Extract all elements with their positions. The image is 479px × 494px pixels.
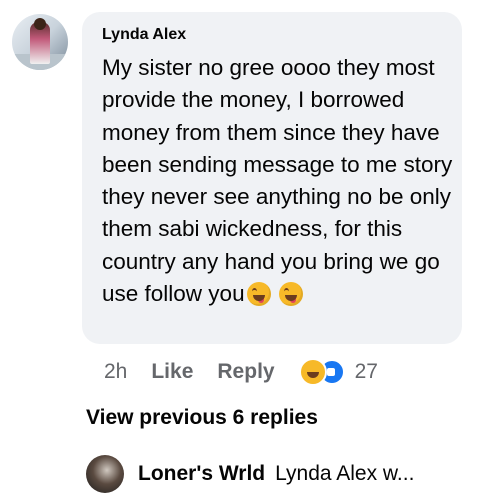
reply-author-name[interactable]: Loner's Wrld <box>138 462 265 486</box>
commenter-avatar[interactable] <box>12 14 68 70</box>
reaction-count: 27 <box>354 360 378 383</box>
grinning-squinting-tongue-face-icon <box>246 282 271 307</box>
comment-author[interactable]: Lynda Alex <box>102 26 186 44</box>
grinning-squinting-tongue-face-icon <box>278 282 303 307</box>
comment-bubble: Lynda Alex My sister no gree oooo they m… <box>82 12 462 344</box>
view-previous-replies-link[interactable]: View previous 6 replies <box>86 406 318 430</box>
comment-text: My sister no gree oooo they most provide… <box>102 55 453 307</box>
reply-preview-text: Lynda Alex w... <box>275 462 415 485</box>
comment-timestamp[interactable]: 2h <box>104 360 127 384</box>
haha-reaction-icon <box>298 358 327 386</box>
reply-author-avatar[interactable] <box>86 455 124 493</box>
avatar-head <box>34 18 46 30</box>
reply-preview-row[interactable]: Loner's Wrld Lynda Alex w... <box>86 454 414 494</box>
reply-button[interactable]: Reply <box>217 360 274 384</box>
comment-text-container: My sister no gree oooo they most provide… <box>102 52 454 310</box>
comment-actions: 2h Like Reply 27 <box>104 358 378 386</box>
reactions-summary[interactable]: 27 <box>298 358 378 386</box>
like-button[interactable]: Like <box>151 360 193 384</box>
